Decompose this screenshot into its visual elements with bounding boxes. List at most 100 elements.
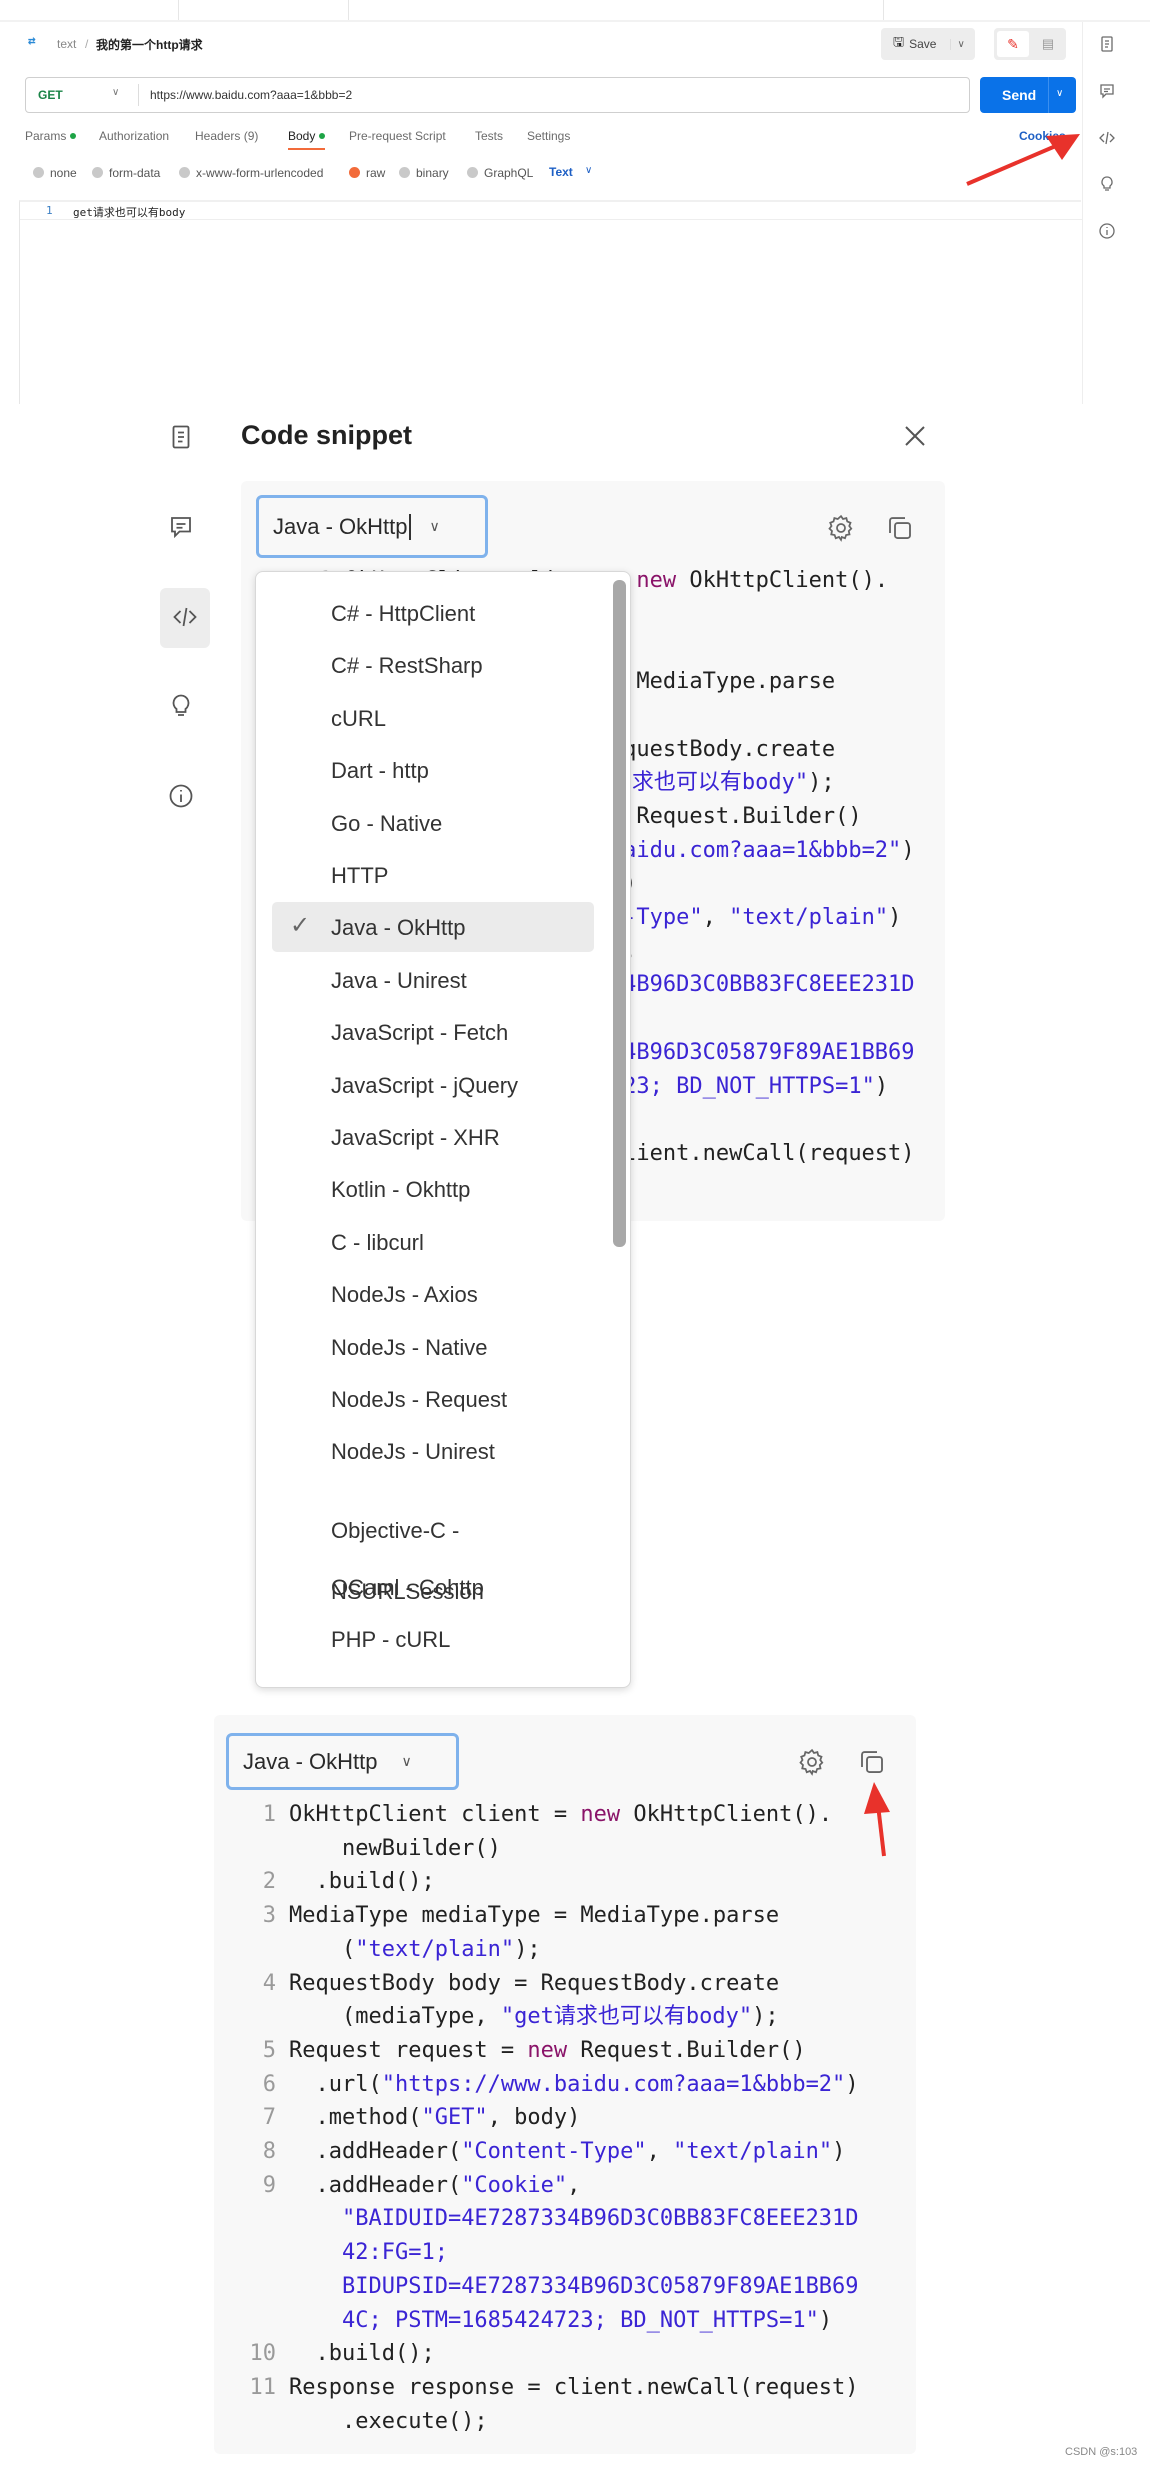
language-option[interactable]: Objective-C - NSURLSession: [331, 1500, 501, 1622]
code-token: Response response = client.newCall(reque…: [289, 2374, 859, 2400]
code-token: ,: [567, 2172, 581, 2198]
code-token: OkHttpClient client =: [289, 1802, 581, 1827]
language-option[interactable]: NodeJs - Unirest: [331, 1437, 495, 1467]
language-option[interactable]: Java - OkHttp: [331, 913, 465, 943]
documentation-icon[interactable]: [166, 422, 196, 452]
line-number: 10: [249, 2341, 277, 2367]
code-text: ("text/plain");: [289, 1933, 541, 1967]
code-text: .addHeader("Content-Type", "text/plain"): [289, 2135, 845, 2169]
code-text: RequestBody body = RequestBody.create: [289, 1967, 779, 2001]
language-option[interactable]: JavaScript - XHR: [331, 1123, 500, 1153]
checkmark-icon: ✓: [290, 912, 311, 940]
code-token: .execute();: [289, 2408, 488, 2434]
code-token: newBuilder(): [289, 1835, 501, 1861]
code-text: .execute();: [289, 2405, 488, 2439]
language-option[interactable]: Go - Native: [331, 809, 442, 839]
settings-gear-icon[interactable]: [826, 513, 856, 543]
line-number: 6: [262, 2071, 276, 2097]
code-token: ): [832, 2139, 846, 2164]
chevron-down-icon: ∨: [401, 1753, 412, 1769]
line-number: 7: [262, 2105, 276, 2131]
copy-icon[interactable]: [885, 513, 915, 543]
code-token: );: [514, 1936, 541, 1962]
info-icon[interactable]: [166, 781, 196, 811]
chevron-down-icon: ∨: [429, 518, 440, 534]
annotation-arrow: [966, 134, 1080, 186]
code-keyword: new: [580, 1802, 621, 1827]
language-option[interactable]: NodeJs - Native: [331, 1333, 488, 1363]
language-select-value: Java - OkHttp: [243, 1748, 378, 1774]
code-text: Response response = client.newCall(reque…: [289, 2371, 859, 2405]
language-option[interactable]: JavaScript - jQuery: [331, 1071, 518, 1101]
line-number: 1: [262, 1802, 276, 1827]
code-keyword: new: [636, 568, 677, 593]
lightbulb-icon[interactable]: [166, 691, 196, 721]
code-keyword: new: [527, 2037, 568, 2063]
code-string: "BAIDUID=4E7287334B96D3C0BB83FC8EEE231D: [341, 2206, 859, 2232]
language-option[interactable]: JavaScript - Fetch: [331, 1018, 508, 1048]
language-option[interactable]: C - libcurl: [331, 1228, 424, 1258]
code-token: Request.Builder(): [623, 803, 862, 829]
code-token: .url(: [289, 2071, 382, 2097]
line-number: 8: [262, 2139, 276, 2164]
code-token: RequestBody body = RequestBody.create: [289, 1970, 780, 1996]
line-number: 4: [262, 1970, 276, 1996]
line-number: 2: [262, 1869, 276, 1895]
settings-gear-icon[interactable]: [797, 1747, 827, 1777]
language-option[interactable]: OCaml - Cohttp: [331, 1573, 484, 1603]
code-text: 4C; PSTM=1685424723; BD_NOT_HTTPS=1"): [289, 2304, 832, 2338]
code-text: newBuilder(): [289, 1832, 501, 1866]
code-token: ,: [646, 2139, 674, 2164]
language-option[interactable]: Kotlin - Okhttp: [331, 1175, 470, 1205]
code-text: .build();: [289, 1865, 435, 1899]
code-panel: 1 OkHttpClient client = new OkHttpClient(…: [214, 1715, 916, 2454]
language-option[interactable]: cURL: [331, 704, 386, 734]
code-text: Request request = new Request.Builder(): [289, 2034, 806, 2068]
code-token: OkHttpClient().: [676, 568, 889, 593]
annotation-arrow: [864, 1782, 890, 1857]
language-option[interactable]: Dart - http: [331, 756, 429, 786]
code-token: .build();: [289, 1869, 435, 1895]
language-select-value: Java - OkHttp: [273, 513, 408, 539]
language-option[interactable]: Java - Unirest: [331, 966, 467, 996]
code-string: "Cookie": [461, 2172, 568, 2198]
code-string: "text/plain": [355, 1936, 515, 1962]
language-select[interactable]: Java - OkHttp ∨: [256, 495, 488, 558]
code-icon[interactable]: [170, 602, 200, 632]
text-cursor: [409, 513, 412, 540]
line-number: 5: [262, 2037, 276, 2063]
language-option[interactable]: NodeJs - Axios: [331, 1280, 478, 1310]
language-option[interactable]: C# - RestSharp: [331, 651, 483, 681]
code-token: (: [289, 1936, 356, 1962]
code-token: (mediaType,: [289, 2004, 501, 2030]
code-token: .build();: [289, 2341, 435, 2367]
code-string: 42:FG=1;: [341, 2240, 448, 2266]
code-token: , body): [487, 2105, 581, 2131]
language-option[interactable]: PHP - cURL: [331, 1625, 450, 1655]
language-option[interactable]: NodeJs - Request: [331, 1385, 507, 1415]
code-text: "BAIDUID=4E7287334B96D3C0BB83FC8EEE231D: [289, 2202, 859, 2236]
code-token: ,: [702, 905, 730, 930]
code-token: ): [874, 1073, 889, 1099]
code-string: "text/plain": [673, 2139, 833, 2164]
code-token: MediaType mediaType = MediaType.parse: [289, 1903, 780, 1929]
comments-icon[interactable]: [166, 512, 196, 542]
code-token: OkHttpClient().: [620, 1802, 833, 1827]
code-string: "https://www.baidu.com?aaa=1&bbb=2": [381, 2071, 846, 2097]
code-string: 4C; PSTM=1685424723; BD_NOT_HTTPS=1": [341, 2307, 819, 2333]
code-text: (mediaType, "get请求也可以有body");: [289, 2000, 779, 2034]
code-text: OkHttpClient client = new OkHttpClient()…: [289, 1798, 832, 1832]
code-text: .method("GET", body): [289, 2101, 580, 2135]
code-token: ): [845, 2071, 859, 2097]
scrollbar[interactable]: [613, 580, 626, 1247]
language-option[interactable]: HTTP: [331, 861, 388, 891]
language-option[interactable]: C# - HttpClient: [331, 599, 475, 629]
close-icon[interactable]: [900, 421, 930, 451]
code-text: BIDUPSID=4E7287334B96D3C05879F89AE1BB69: [289, 2270, 859, 2304]
language-select[interactable]: Java - OkHttp ∨: [226, 1733, 459, 1790]
watermark: CSDN @s:103: [1065, 2446, 1138, 2458]
code-string: "Content-Type": [461, 2139, 647, 2164]
